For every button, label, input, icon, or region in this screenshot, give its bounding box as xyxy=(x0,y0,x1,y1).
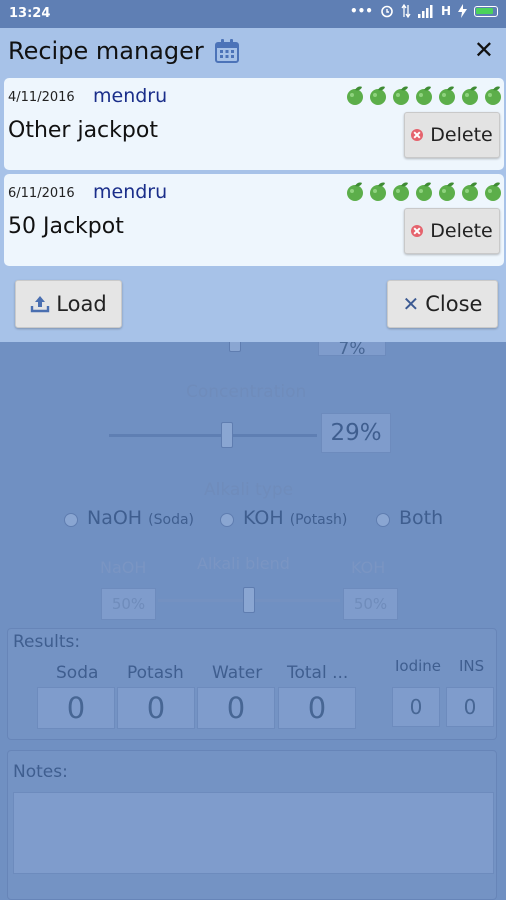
rating-leaf-icon xyxy=(482,181,504,203)
load-label: Load xyxy=(56,292,107,316)
dialog-title-text: Recipe manager xyxy=(8,37,204,65)
rating-leaf-icon xyxy=(390,85,412,107)
rating-leaf-icon xyxy=(459,85,481,107)
alkali-type-label: Alkali type xyxy=(204,480,294,500)
recipe-name: 50 Jackpot xyxy=(8,214,124,239)
recipe-author: mendru xyxy=(93,85,168,107)
recipe-card[interactable]: 4/11/2016 mendru Other jackpot Delete xyxy=(4,78,504,170)
result-water-value: 0 xyxy=(197,687,275,729)
recipe-date: 6/11/2016 xyxy=(8,186,75,201)
status-icons: ••• H xyxy=(350,4,498,18)
load-button[interactable]: Load xyxy=(15,280,122,328)
more-dots-icon: ••• xyxy=(349,4,373,18)
result-col-potash: Potash xyxy=(127,663,184,683)
notes-textarea xyxy=(13,792,494,874)
ins-label: INS xyxy=(459,657,485,675)
rating-leaf-icon xyxy=(459,181,481,203)
concentration-value-box: 29% xyxy=(321,413,391,453)
calendar-icon xyxy=(214,39,239,63)
delete-icon xyxy=(411,129,424,141)
rating-leaf-icon xyxy=(482,85,504,107)
recipe-rating xyxy=(344,181,504,203)
radio-both-label: Both xyxy=(399,507,444,529)
radio-koh-label: KOH (Potash) xyxy=(243,507,348,529)
iodine-value: 0 xyxy=(392,687,440,727)
battery-icon xyxy=(474,5,498,17)
recipe-card[interactable]: 6/11/2016 mendru 50 Jackpot Delete xyxy=(4,174,504,266)
close-button[interactable]: ✕ Close xyxy=(387,280,498,328)
delete-label: Delete xyxy=(430,220,493,242)
result-soda-value: 0 xyxy=(37,687,115,729)
rating-leaf-icon xyxy=(344,181,366,203)
recipe-rating xyxy=(344,85,504,107)
delete-recipe-button[interactable]: Delete xyxy=(404,208,500,254)
results-label: Results: xyxy=(13,632,81,652)
alarm-icon xyxy=(381,5,393,18)
data-transfer-icon xyxy=(401,4,411,18)
blend-slider-thumb xyxy=(243,587,255,613)
status-time: 13:24 xyxy=(9,6,51,21)
recipe-date: 4/11/2016 xyxy=(8,90,75,105)
concentration-slider-thumb xyxy=(221,422,233,448)
rating-leaf-icon xyxy=(413,85,435,107)
result-col-water: Water xyxy=(212,663,263,683)
rating-leaf-icon xyxy=(413,181,435,203)
notes-label: Notes: xyxy=(13,762,68,782)
result-potash-value: 0 xyxy=(117,687,195,729)
network-type: H xyxy=(440,4,451,18)
ins-value: 0 xyxy=(446,687,494,727)
radio-naoh-label: NaOH (Soda) xyxy=(87,507,194,529)
alkali-blend-label: Alkali blend xyxy=(197,554,290,573)
rating-leaf-icon xyxy=(436,85,458,107)
naoh-blend-label: NaOH xyxy=(100,558,147,577)
koh-blend-value: 50% xyxy=(343,588,398,620)
recipe-manager-dialog: Recipe manager ✕ 4/11/2016 mendru Other … xyxy=(0,28,506,342)
koh-blend-label: KOH xyxy=(351,558,386,577)
rating-leaf-icon xyxy=(390,181,412,203)
close-x-button[interactable]: ✕ xyxy=(474,36,494,64)
delete-label: Delete xyxy=(430,124,493,146)
result-col-total: Total ... xyxy=(287,663,349,683)
close-icon: ✕ xyxy=(402,292,420,316)
radio-naoh xyxy=(64,513,78,527)
delete-recipe-button[interactable]: Delete xyxy=(404,112,500,158)
concentration-label: Concentration xyxy=(186,382,307,402)
rating-leaf-icon xyxy=(436,181,458,203)
rating-leaf-icon xyxy=(344,85,366,107)
recipe-author: mendru xyxy=(93,181,168,203)
result-col-soda: Soda xyxy=(56,663,99,683)
signal-icon xyxy=(417,4,433,18)
concentration-slider-track xyxy=(109,434,317,437)
delete-icon xyxy=(411,225,424,237)
upload-icon xyxy=(31,296,50,313)
naoh-blend-value: 50% xyxy=(101,588,156,620)
result-total-value: 0 xyxy=(278,687,356,729)
rating-leaf-icon xyxy=(367,181,389,203)
radio-both xyxy=(376,513,390,527)
rating-leaf-icon xyxy=(367,85,389,107)
close-label: Close xyxy=(425,292,483,316)
iodine-label: Iodine xyxy=(395,657,442,675)
radio-koh xyxy=(220,513,234,527)
status-bar: 13:24 ••• H xyxy=(0,0,506,28)
dialog-title: Recipe manager xyxy=(8,37,240,65)
recipe-name: Other jackpot xyxy=(8,118,158,143)
charging-icon xyxy=(458,4,467,18)
